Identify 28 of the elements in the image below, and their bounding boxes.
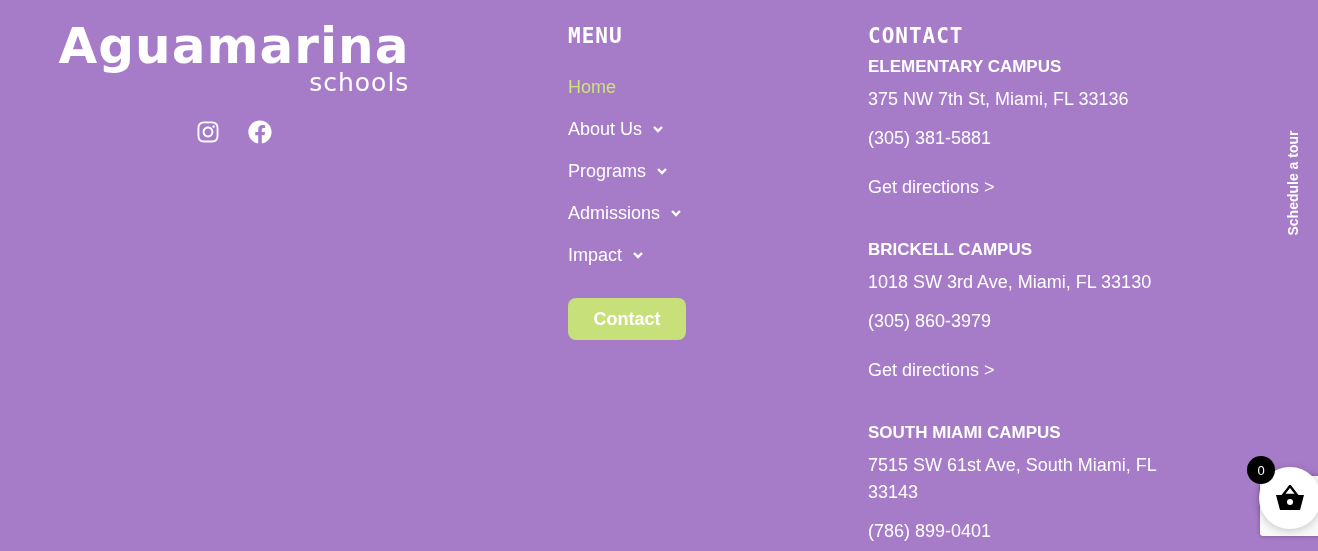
schedule-tour-tab[interactable]: Schedule a tour: [1280, 128, 1306, 238]
cart-count: 0: [1247, 456, 1275, 484]
menu-link[interactable]: Admissions: [568, 200, 683, 226]
chevron-down-icon[interactable]: [670, 209, 683, 217]
menu-link[interactable]: Home: [568, 74, 683, 100]
directions-link[interactable]: Get directions >: [868, 357, 995, 384]
menu-link[interactable]: About Us: [568, 116, 683, 142]
campus-name: ELEMENTARY CAMPUS: [868, 56, 1062, 78]
logo[interactable]: Aguamarina schools: [58, 18, 410, 96]
contact-heading: CONTACT: [868, 24, 964, 48]
chevron-down-icon[interactable]: [632, 251, 645, 259]
chevron-down-icon[interactable]: [652, 125, 665, 133]
menu-heading: MENU: [568, 24, 623, 48]
directions-link[interactable]: Get directions >: [868, 174, 995, 201]
basket-icon: [1275, 485, 1305, 511]
address-text: 1018 SW 3rd Ave, Miami, FL 33130: [868, 271, 1152, 294]
address-text: 7515 SW 61st Ave, South Miami, FL 33143: [868, 454, 1158, 504]
phone-number: (305) 381-5881: [868, 127, 992, 150]
phone-number: (305) 860-3979: [868, 310, 992, 333]
chevron-down-icon[interactable]: [656, 167, 669, 175]
address-text: 375 NW 7th St, Miami, FL 33136: [868, 88, 1129, 111]
campus-name: SOUTH MIAMI CAMPUS: [868, 422, 1061, 444]
menu-link[interactable]: Impact: [568, 242, 683, 268]
menu-link[interactable]: Programs: [568, 158, 683, 184]
f-logo-icon[interactable]: [248, 120, 272, 144]
camera-icon[interactable]: [196, 120, 220, 144]
phone-number: (786) 899-0401: [868, 520, 992, 543]
campus-name: BRICKELL CAMPUS: [868, 239, 1033, 261]
